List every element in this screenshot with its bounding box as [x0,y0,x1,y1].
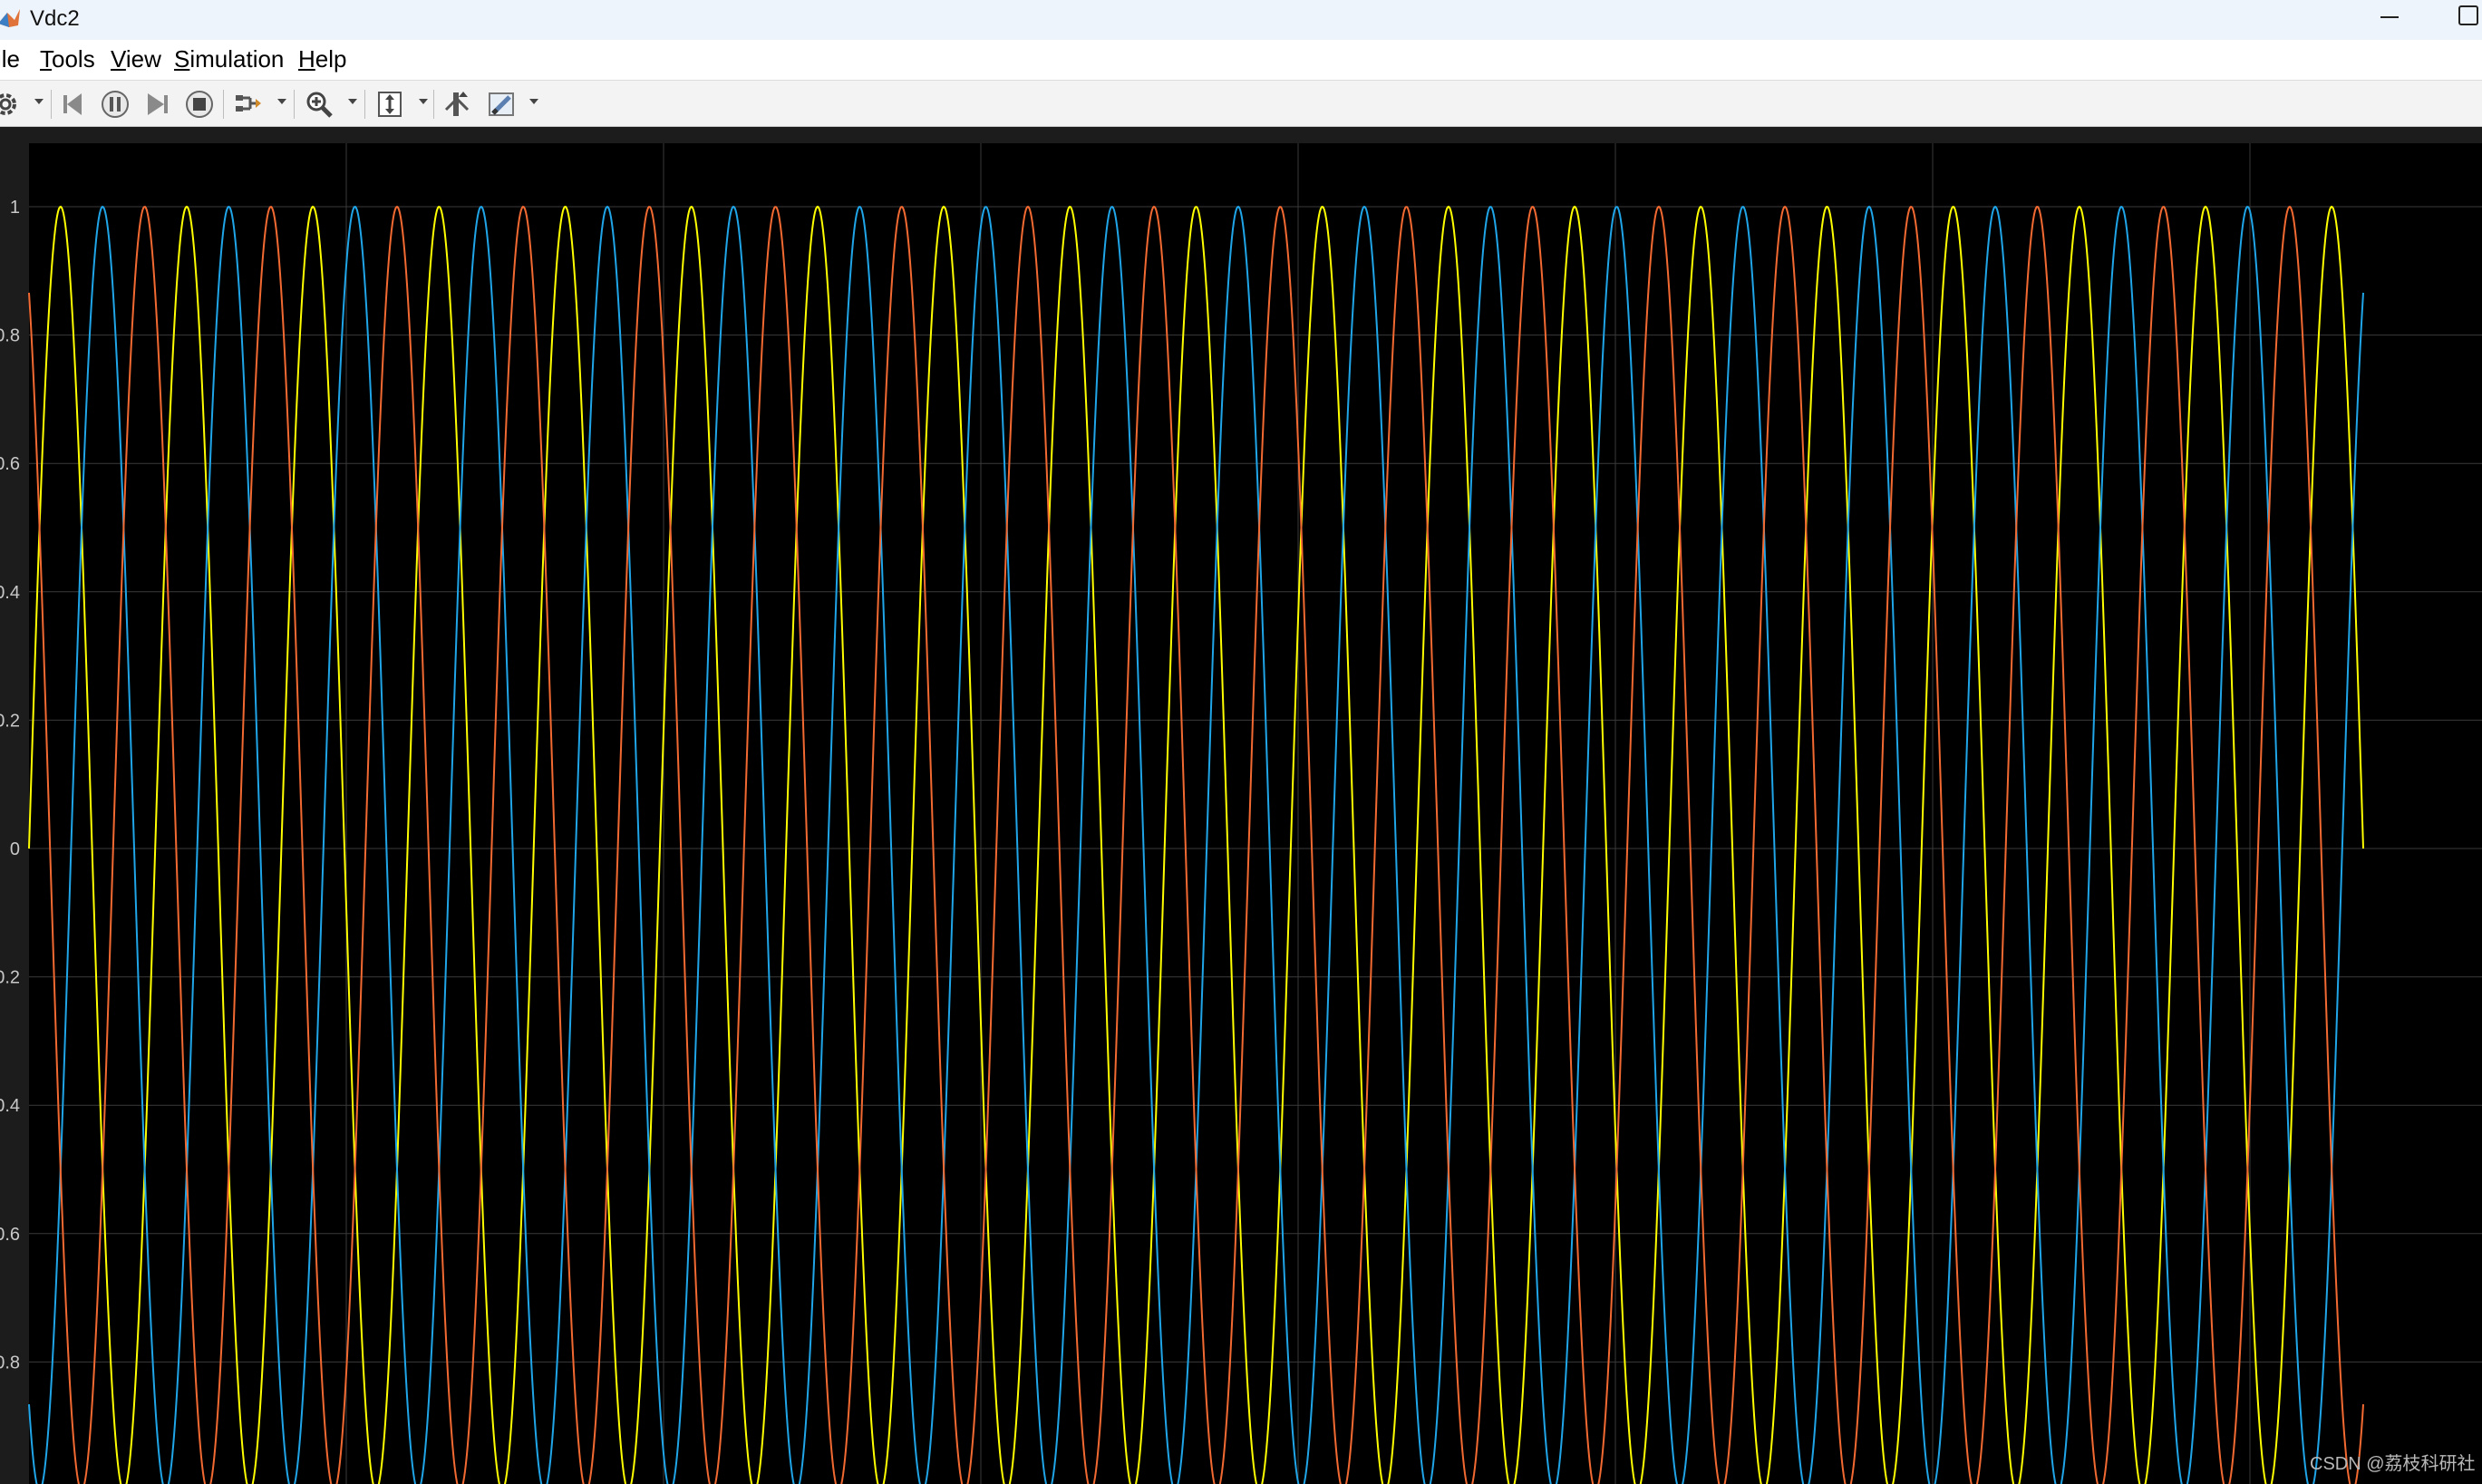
pause-icon[interactable] [99,88,131,121]
scope-plot[interactable]: 10.80.60.40.20-0.2-0.4-0.6-0.8-1 [0,127,2482,1484]
step-back-icon[interactable] [58,88,91,121]
toolbar [0,80,2482,127]
minimize-button[interactable] [2377,2,2420,34]
signal-selector-icon[interactable] [232,88,265,121]
y-tick-label: 0.4 [0,583,20,603]
toolbar-separator [294,90,295,119]
menu-file[interactable]: ile [0,44,20,74]
menu-bar: ile Tools View Simulation Help [0,40,2482,80]
highlight-dropdown-arrow-icon[interactable] [529,99,538,104]
step-forward-icon[interactable] [141,88,173,121]
maximize-button[interactable] [2458,5,2478,25]
fit-to-view-icon[interactable] [373,88,406,121]
y-tick-label: -0.2 [0,968,20,988]
toolbar-separator [364,90,365,119]
highlight-icon[interactable] [486,88,519,121]
menu-tools[interactable]: Tools [40,44,95,74]
y-tick-label: 0.2 [0,711,20,731]
y-tick-label: 0.8 [0,326,20,346]
y-tick-label: 1 [10,198,20,218]
zoom-in-icon[interactable] [303,88,335,121]
menu-simulation[interactable]: Simulation [174,44,284,74]
gear-dropdown-arrow-icon[interactable] [34,99,44,104]
y-tick-label: 0 [10,839,20,859]
toolbar-separator [223,90,224,119]
plot-area [29,143,2482,1484]
measurement-icon[interactable] [441,88,473,121]
zoom-dropdown-arrow-icon[interactable] [348,99,357,104]
y-tick-label: 0.6 [0,454,20,474]
y-tick-label: -0.4 [0,1096,20,1116]
y-tick-label: -0.8 [0,1353,20,1372]
toolbar-separator [433,90,434,119]
menu-help[interactable]: Help [298,44,346,74]
toolbar-separator [51,90,52,119]
stop-icon[interactable] [183,88,216,121]
matlab-logo-icon [0,9,20,27]
gear-icon[interactable] [0,88,22,121]
menu-view[interactable]: View [111,44,161,74]
window-title: Vdc2 [30,6,80,31]
signal-selector-dropdown-arrow-icon[interactable] [277,99,286,104]
y-tick-label: -0.6 [0,1225,20,1245]
watermark: CSDN @荔枝科研社 [2310,1454,2476,1474]
fit-dropdown-arrow-icon[interactable] [419,99,428,104]
title-bar: Vdc2 [0,0,2482,40]
